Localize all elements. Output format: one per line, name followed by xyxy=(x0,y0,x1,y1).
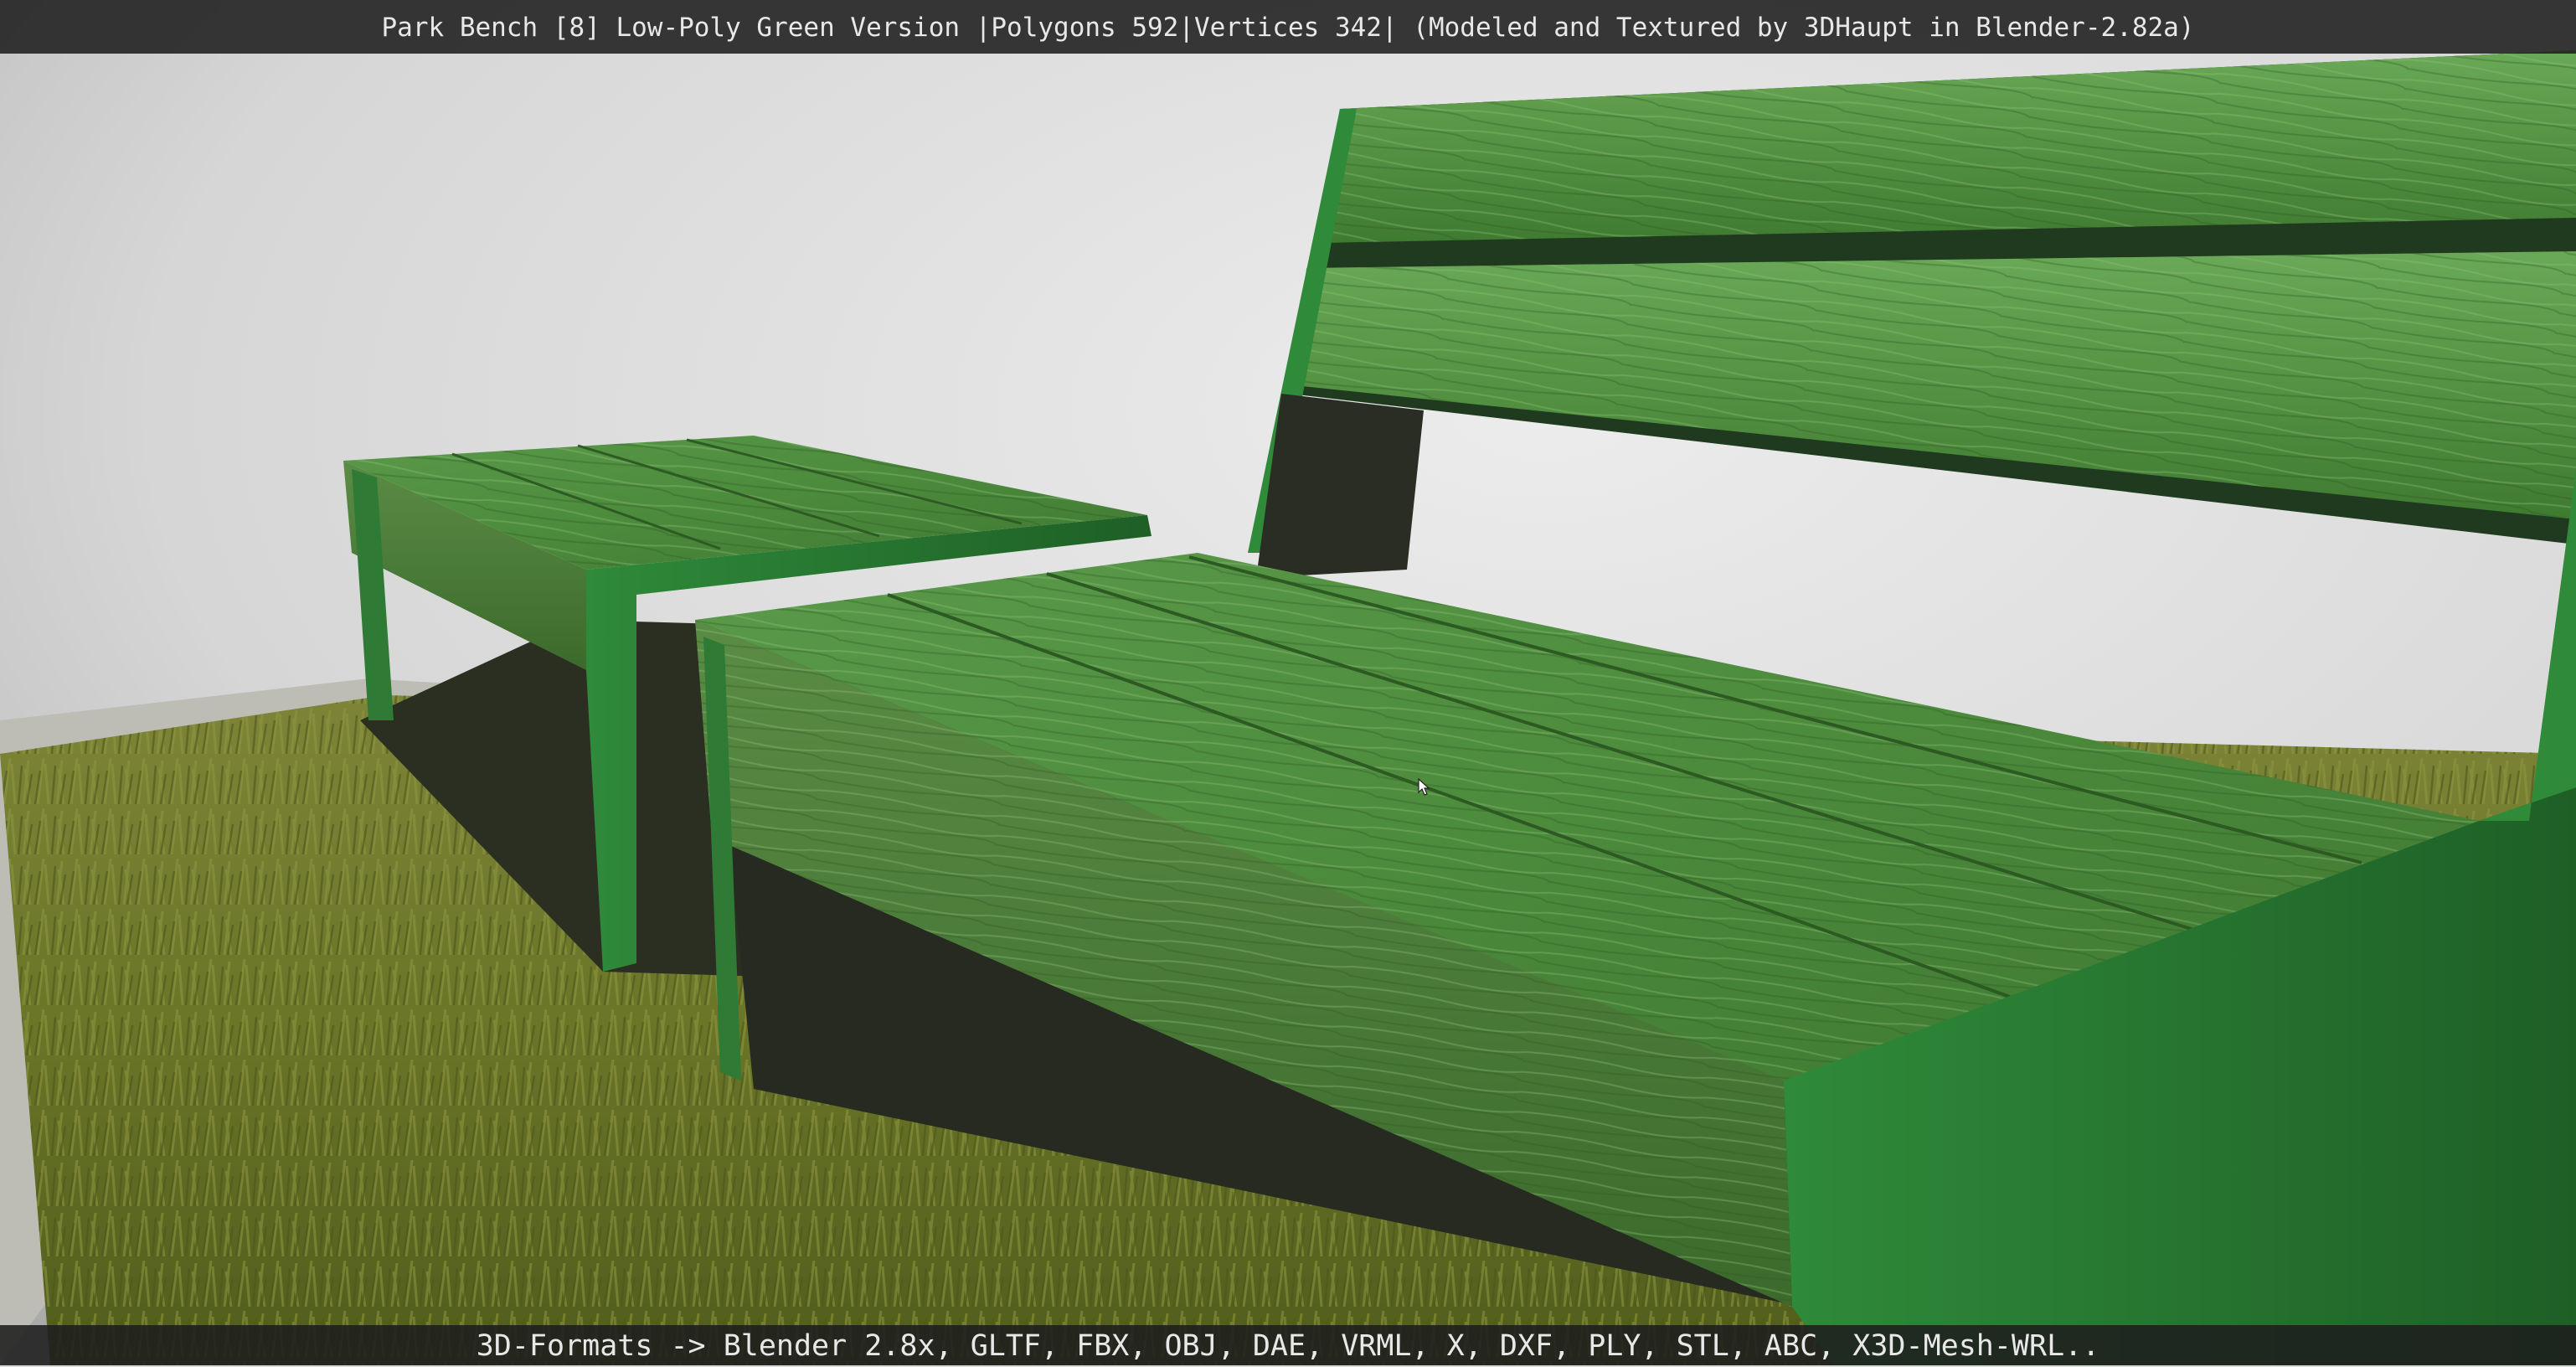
formats-status-bar: 3D-Formats -> Blender 2.8x, GLTF, FBX, O… xyxy=(0,1325,2576,1365)
window-title: Park Bench [8] Low-Poly Green Version |P… xyxy=(0,0,2576,54)
3d-render-viewport[interactable] xyxy=(0,0,2576,1365)
